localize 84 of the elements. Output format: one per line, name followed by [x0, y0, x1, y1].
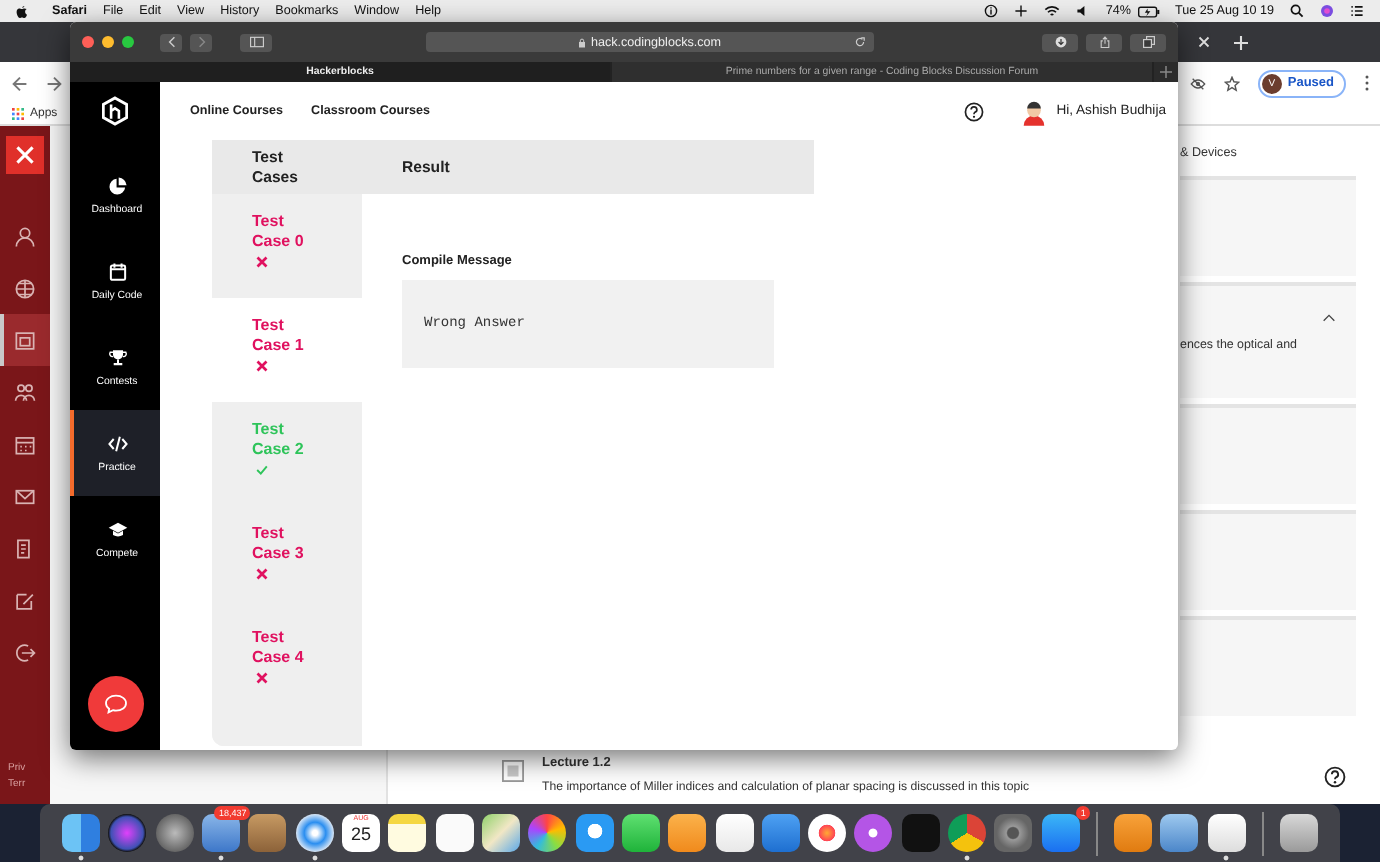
app-icon[interactable]: [202, 814, 241, 852]
sidebar-icon: [249, 36, 263, 48]
chevron-right-icon: [197, 36, 205, 48]
forward-button[interactable]: [190, 33, 212, 51]
test-case-item[interactable]: Test Case 1: [212, 298, 362, 402]
chat-button[interactable]: [87, 676, 143, 732]
app-icon[interactable]: [948, 814, 987, 852]
close-icon[interactable]: [6, 136, 44, 174]
zoom-window-button[interactable]: [122, 36, 134, 48]
app-icon[interactable]: [854, 814, 893, 852]
battery-icon[interactable]: [1137, 5, 1160, 17]
check-icon: [256, 464, 268, 476]
app-icon[interactable]: [1041, 814, 1080, 852]
app-icon[interactable]: [668, 814, 707, 852]
code-icon: [107, 433, 127, 453]
back-arrow-icon[interactable]: [12, 75, 28, 91]
app-icon[interactable]: [1207, 814, 1246, 852]
close-window-button[interactable]: [82, 36, 94, 48]
nav-item[interactable]: [0, 314, 50, 366]
calendar-day: 25: [351, 824, 372, 846]
cross-icon: [256, 256, 268, 268]
downloads-button[interactable]: [1042, 33, 1078, 51]
app-icon[interactable]: [575, 814, 614, 852]
sidebar-button[interactable]: [240, 33, 272, 51]
app-icon[interactable]: [808, 814, 847, 852]
people-icon: [14, 381, 36, 403]
help-icon[interactable]: [964, 101, 985, 121]
download-icon: [1053, 36, 1067, 48]
graduation-cap-icon: [107, 519, 127, 539]
star-icon[interactable]: [1223, 75, 1240, 91]
logo-icon[interactable]: [102, 96, 128, 126]
speech-bubble-icon: [103, 694, 127, 714]
calendar-icon: [107, 261, 127, 281]
help-icon[interactable]: [1324, 766, 1346, 788]
app-icon[interactable]: [481, 814, 520, 852]
volume-icon[interactable]: [1075, 4, 1090, 18]
share-icon: [1097, 36, 1111, 48]
reload-icon[interactable]: [854, 36, 866, 48]
app-icon[interactable]: [715, 814, 754, 852]
back-button[interactable]: [160, 33, 182, 51]
document-icon: [502, 760, 524, 782]
window-icon: [14, 329, 36, 351]
app-icon[interactable]: [435, 814, 474, 852]
user-icon: [14, 225, 36, 247]
calendar-icon: [14, 433, 36, 455]
tabs-overview-button[interactable]: [1130, 33, 1166, 51]
app-icon[interactable]: [621, 814, 660, 852]
app-icon[interactable]: [1114, 814, 1153, 852]
app-icon[interactable]: [155, 814, 194, 852]
apple-logo-icon[interactable]: [16, 3, 28, 19]
trash-icon[interactable]: [1279, 814, 1318, 852]
list-icon[interactable]: [1350, 4, 1364, 18]
cross-icon: [256, 672, 268, 684]
apps-grid-icon: [12, 108, 24, 120]
lock-icon: [578, 37, 587, 47]
caret-up-icon[interactable]: [1322, 314, 1336, 322]
cross-icon: [256, 360, 268, 372]
avatar-icon[interactable]: [1022, 97, 1047, 125]
edit-icon: [14, 589, 36, 611]
cross-icon: [256, 568, 268, 580]
more-menu-icon[interactable]: [1364, 74, 1370, 92]
chevron-left-icon: [167, 36, 175, 48]
logout-icon: [14, 641, 36, 663]
trophy-icon: [107, 347, 127, 367]
globe-icon: [14, 277, 36, 299]
mail-icon: [14, 485, 36, 507]
eye-slash-icon[interactable]: [1189, 75, 1206, 91]
app-icon[interactable]: [528, 814, 567, 852]
app-icon[interactable]: [1160, 814, 1199, 852]
search-icon[interactable]: [1290, 4, 1304, 18]
forward-arrow-icon[interactable]: [46, 75, 62, 91]
document-icon: [14, 537, 36, 559]
share-button[interactable]: [1086, 33, 1122, 51]
app-icon[interactable]: [108, 814, 147, 852]
new-tab-icon[interactable]: [1160, 66, 1172, 78]
tabs-icon: [1141, 36, 1155, 48]
pie-chart-icon: [107, 175, 127, 195]
info-icon[interactable]: [983, 4, 998, 18]
app-icon[interactable]: [388, 814, 427, 852]
app-icon[interactable]: [62, 814, 101, 852]
wifi-icon[interactable]: [1043, 4, 1060, 18]
minimize-window-button[interactable]: [102, 36, 114, 48]
app-icon[interactable]: [295, 814, 334, 852]
close-tab-icon[interactable]: [1198, 36, 1210, 48]
